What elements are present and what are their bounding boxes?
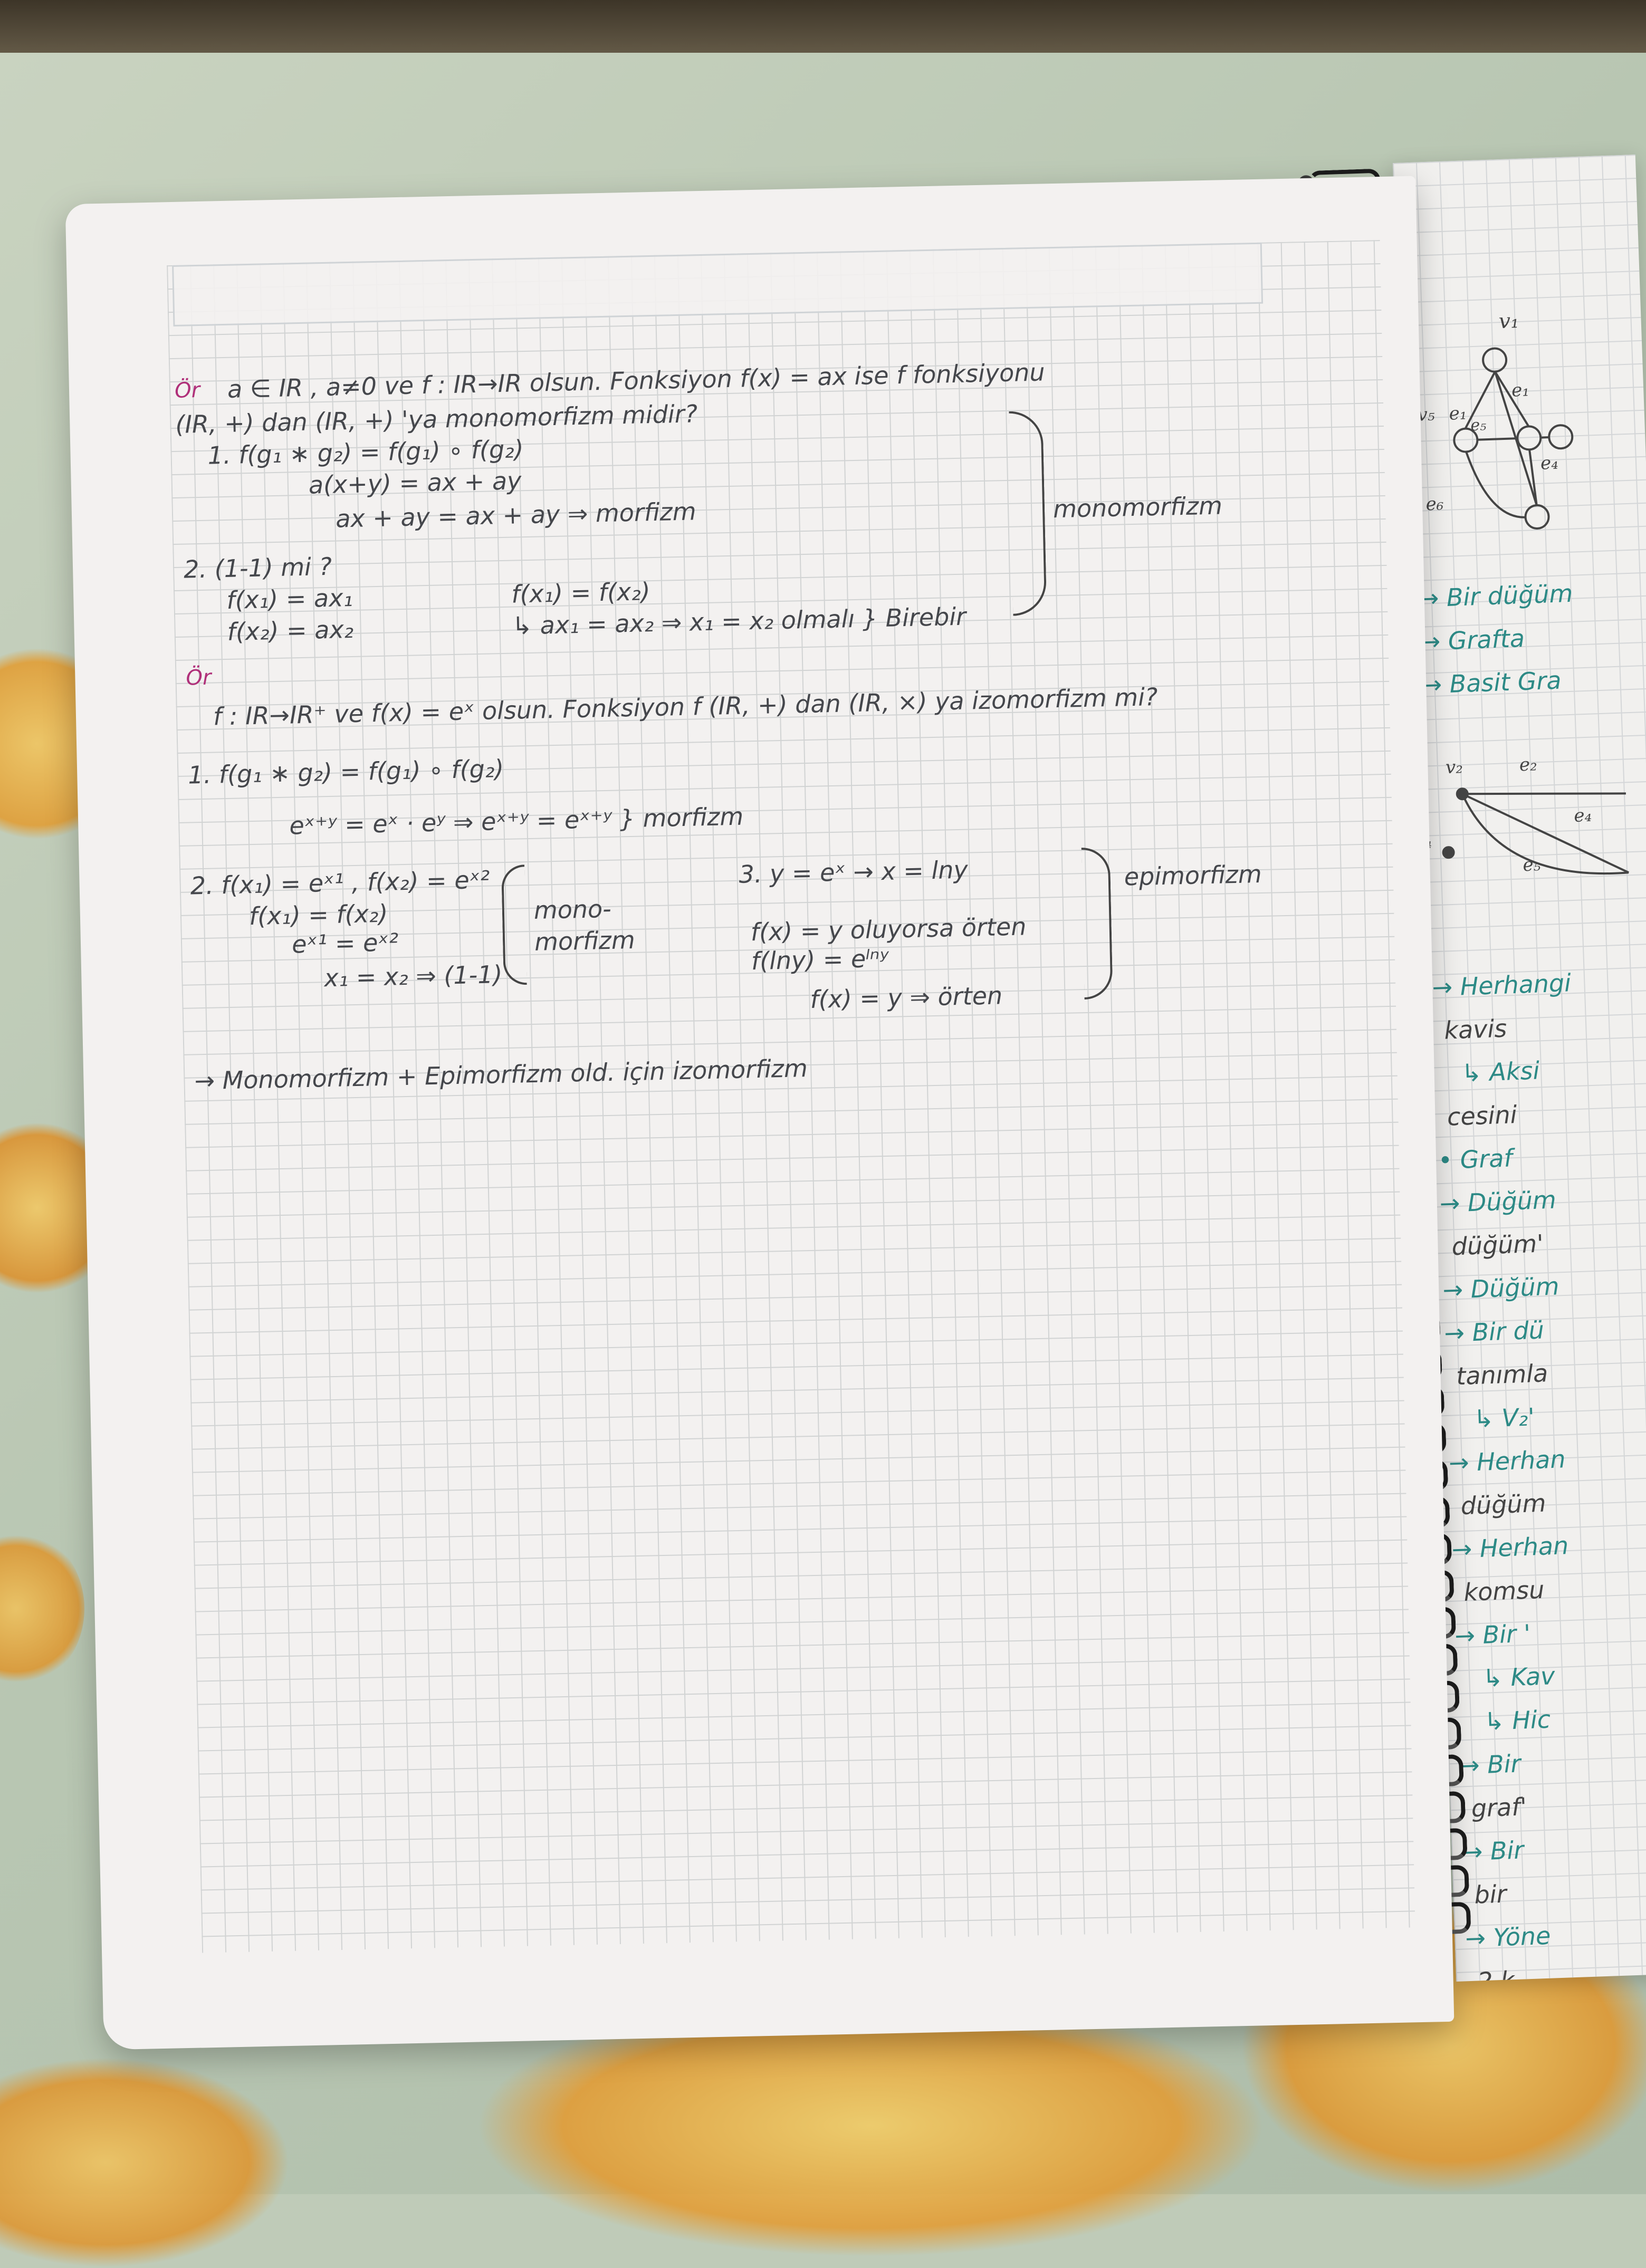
brace xyxy=(501,864,527,986)
brace xyxy=(1081,847,1113,1000)
example2-surj2: f(x) = y oluyorsa örten xyxy=(750,912,1027,947)
right-note-line: komsu xyxy=(1463,1575,1545,1607)
monomorfizm-label: monomorfizm xyxy=(1052,491,1223,524)
example2-surj1: 3. y = eˣ → x = lny xyxy=(738,855,969,889)
epimorfizm-label: epimorfizm xyxy=(1124,859,1262,891)
mono-label-2: morfizm xyxy=(534,925,636,956)
svg-text:v₂: v₂ xyxy=(1445,756,1463,778)
example1-step5b: f(x₁) = f(x₂) xyxy=(511,577,651,609)
example1-step4: 2. (1-1) mi ? xyxy=(183,552,332,584)
right-note-line: düğüm' xyxy=(1451,1229,1544,1261)
right-note-line: ↳ Hic xyxy=(1484,1705,1551,1736)
svg-text:e₁: e₁ xyxy=(1449,402,1467,424)
example2-step5: eˣ¹ = eˣ² xyxy=(291,928,399,959)
example2-surj3: f(lny) = eˡⁿʸ xyxy=(751,944,889,976)
right-note-line: → Bir düğüm xyxy=(1418,579,1574,613)
svg-text:e₂: e₂ xyxy=(1519,754,1537,775)
right-note-line: ↳ V₂' xyxy=(1473,1402,1535,1434)
right-note-line: ↳ Kav xyxy=(1482,1661,1556,1693)
svg-text:e₅: e₅ xyxy=(1523,854,1541,876)
brace xyxy=(1009,410,1047,616)
example1-step5a: f(x₁) = ax₁ xyxy=(226,583,353,614)
example-tag: Ör xyxy=(174,378,200,403)
right-note-line: düğüm xyxy=(1460,1488,1547,1521)
example2-surj4: f(x) = y ⇒ örten xyxy=(809,981,1003,1014)
mono-label-1: mono- xyxy=(533,894,612,925)
right-note-line: ↳ Aksi xyxy=(1461,1056,1540,1088)
example2-step6: x₁ = x₂ ⇒ (1-1) xyxy=(323,960,503,993)
svg-text:e₅: e₅ xyxy=(1470,416,1487,435)
photo-scene: v₁ v₅ e₁ e₅ e₁ e₄ e₆ v₂ e₂ e₄ v₄ e₅ → Bi… xyxy=(0,0,1646,2268)
svg-text:e₄: e₄ xyxy=(1540,452,1558,474)
notebook-left-page: Ör a ∈ IR , a≠0 ve f : IR→IR olsun. Fonk… xyxy=(65,176,1454,2050)
example2-step4: f(x₁) = f(x₂) xyxy=(248,899,388,931)
svg-text:e₁: e₁ xyxy=(1511,379,1529,401)
svg-text:e₄: e₄ xyxy=(1574,805,1592,827)
example-tag: Ör xyxy=(186,665,212,690)
example1-step2: a(x+y) = ax + ay xyxy=(308,466,522,499)
right-note-line: tanımla xyxy=(1456,1359,1549,1391)
example1-step6a: f(x₂) = ax₂ xyxy=(227,614,354,646)
